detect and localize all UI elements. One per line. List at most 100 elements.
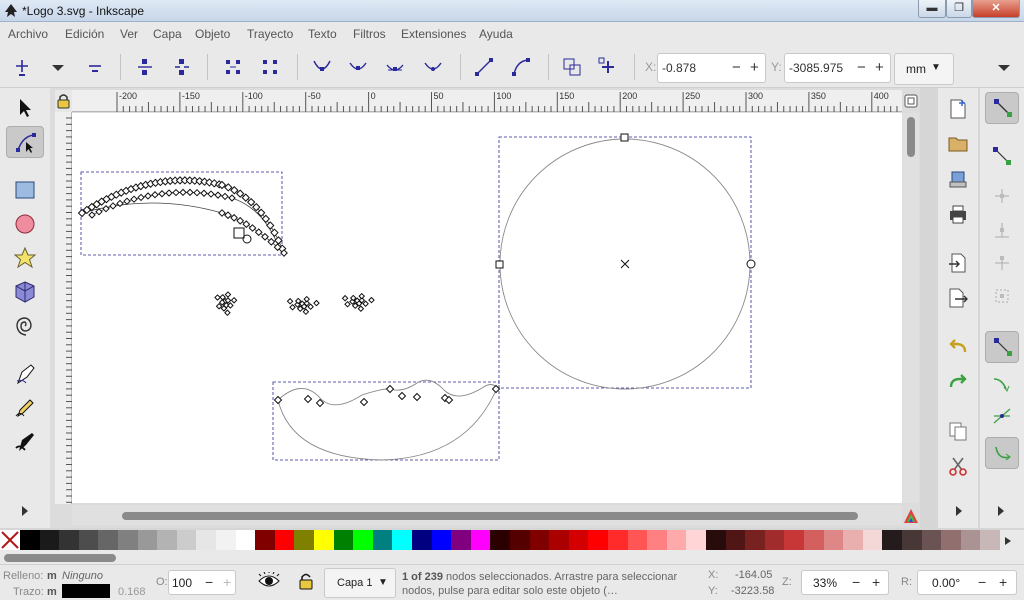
snap-bbox-icon[interactable] (992, 146, 1012, 166)
zoom-in-button[interactable]: + (872, 574, 880, 590)
horizontal-scroll-thumb[interactable] (122, 512, 858, 520)
circle-node-top[interactable] (620, 133, 629, 142)
palette-scroll-thumb[interactable] (4, 554, 116, 562)
auto-smooth-node-icon[interactable] (423, 57, 443, 77)
color-swatch[interactable] (804, 530, 825, 550)
horizontal-scrollbar[interactable] (72, 505, 902, 525)
node-tool[interactable] (6, 126, 44, 158)
more-snap-icon[interactable] (996, 504, 1006, 518)
color-swatch[interactable] (333, 530, 354, 550)
path-node[interactable] (286, 297, 294, 305)
zoom-out-button[interactable]: − (852, 574, 860, 590)
palette-scrollbar[interactable] (0, 552, 1024, 564)
path-node[interactable] (200, 189, 208, 197)
snap-intersections-icon[interactable] (992, 406, 1012, 426)
no-paint-swatch[interactable] (0, 530, 20, 550)
join-nodes-icon[interactable] (135, 57, 155, 77)
menu-capa[interactable]: Capa (153, 27, 182, 41)
rotate-cw-button[interactable]: + (999, 574, 1007, 590)
path-node[interactable] (303, 295, 311, 303)
color-swatch[interactable] (137, 530, 158, 550)
rectangle-tool[interactable] (6, 174, 44, 206)
horizontal-ruler[interactable]: -200 -150 -100 -50 0 50 100 150 200 250 300 350 400 (72, 90, 902, 112)
rotation-field[interactable]: 0.00° − + (917, 570, 1017, 595)
snap-bbox-edges-icon[interactable] (992, 186, 1012, 206)
menu-extensiones[interactable]: Extensiones (401, 27, 466, 41)
color-swatch[interactable] (608, 530, 629, 550)
color-swatch[interactable] (196, 530, 217, 550)
color-swatch[interactable] (980, 530, 1001, 550)
insert-node-icon[interactable] (12, 57, 32, 77)
color-swatch[interactable] (78, 530, 99, 550)
path-node[interactable] (248, 224, 257, 232)
path-node[interactable] (130, 195, 138, 203)
color-swatch[interactable] (216, 530, 237, 550)
path-node[interactable] (344, 300, 351, 308)
path-node[interactable] (385, 384, 395, 394)
symmetric-node-icon[interactable] (385, 57, 405, 77)
delete-node-icon[interactable] (85, 57, 105, 77)
color-swatch[interactable] (549, 530, 570, 550)
circle-node-right[interactable] (746, 259, 756, 269)
insert-node-dropdown-icon[interactable] (48, 57, 68, 77)
bowl-path[interactable] (277, 379, 498, 461)
color-swatch[interactable] (470, 530, 491, 550)
path-node[interactable] (289, 303, 296, 311)
path-node[interactable] (302, 308, 310, 316)
path-node[interactable] (230, 296, 238, 304)
rotate-ccw-button[interactable]: − (978, 574, 986, 590)
rotation-center-icon[interactable] (620, 259, 630, 269)
path-node[interactable] (221, 192, 229, 201)
color-swatch[interactable] (823, 530, 844, 550)
color-swatch[interactable] (921, 530, 942, 550)
opacity-decrement-button[interactable]: − (205, 574, 213, 590)
path-node[interactable] (274, 236, 283, 245)
node-cluster-3[interactable] (341, 292, 375, 313)
color-swatch[interactable] (882, 530, 903, 550)
path-node[interactable] (151, 191, 159, 199)
path-node[interactable] (193, 188, 201, 197)
make-curve-icon[interactable] (511, 57, 531, 77)
path-node[interactable] (341, 294, 349, 302)
path-node[interactable] (214, 294, 221, 301)
path-node[interactable] (186, 188, 194, 197)
open-folder-icon[interactable] (947, 133, 969, 155)
color-swatch[interactable] (314, 530, 335, 550)
make-line-icon[interactable] (474, 57, 494, 77)
layer-lock-icon[interactable] (297, 572, 315, 590)
path-node[interactable] (397, 391, 407, 401)
zoom-field[interactable]: 33% − + (801, 570, 889, 595)
path-node[interactable] (172, 188, 180, 197)
export-icon[interactable] (947, 287, 969, 309)
color-swatch[interactable] (764, 530, 785, 550)
stroke-to-path-icon[interactable] (598, 57, 618, 77)
path-node[interactable] (228, 194, 236, 202)
delete-segment-icon[interactable] (260, 57, 280, 77)
import-icon[interactable] (947, 252, 969, 274)
cut-icon[interactable] (947, 455, 969, 477)
color-swatch[interactable] (588, 530, 609, 550)
color-swatch[interactable] (451, 530, 472, 550)
selected-node[interactable] (233, 227, 245, 239)
undo-icon[interactable] (947, 336, 969, 358)
stroke-width[interactable]: 0.168 (118, 586, 146, 598)
menu-objeto[interactable]: Objeto (195, 27, 230, 41)
node-handle[interactable] (242, 234, 252, 244)
x-coordinate-field[interactable]: -0.878 − + (657, 53, 766, 83)
smooth-node-icon[interactable] (348, 57, 368, 77)
path-node[interactable] (215, 302, 223, 310)
color-swatch[interactable] (157, 530, 178, 550)
selector-tool[interactable] (6, 92, 44, 124)
star-tool[interactable] (6, 242, 44, 274)
copy-icon[interactable] (947, 420, 969, 442)
ellipse-tool[interactable] (6, 208, 44, 240)
color-swatch[interactable] (412, 530, 433, 550)
menu-edicion[interactable]: Edición (65, 27, 104, 41)
path-node[interactable] (358, 292, 366, 300)
color-swatch[interactable] (960, 530, 981, 550)
drawing-canvas[interactable] (72, 113, 902, 503)
circle-node-left[interactable] (495, 260, 504, 269)
color-swatch[interactable] (235, 530, 256, 550)
path-node[interactable] (109, 202, 117, 210)
color-swatch[interactable] (353, 530, 374, 550)
